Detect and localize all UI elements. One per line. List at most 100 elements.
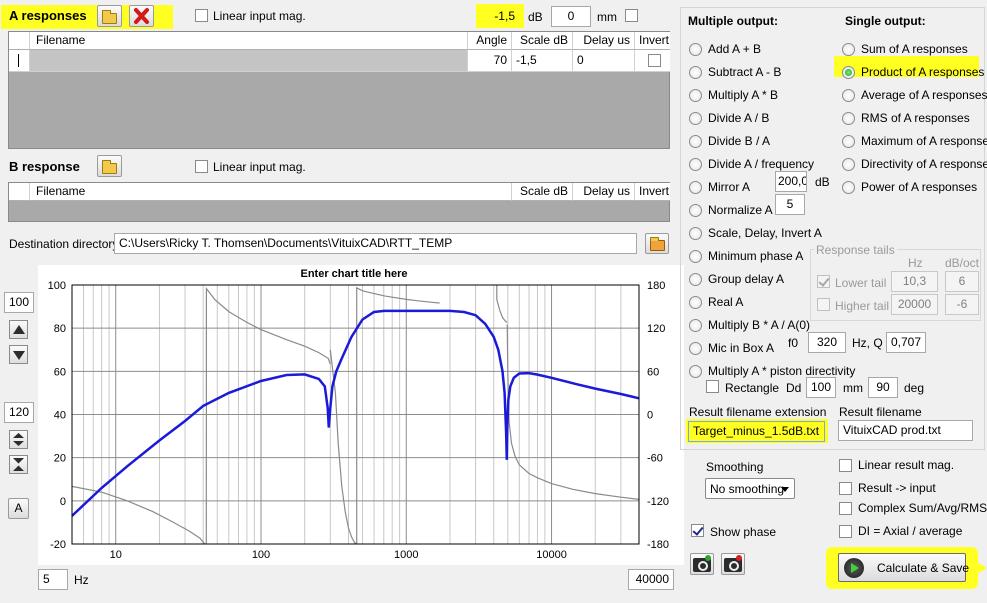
a-col-scale[interactable]: Scale dB — [512, 32, 573, 50]
calculate-save-button[interactable]: Calculate & Save — [838, 553, 970, 582]
b-col-invert[interactable]: Invert — [635, 183, 670, 201]
a-row-selector[interactable] — [9, 50, 30, 72]
destination-path-field[interactable]: C:\Users\Ricky T. Thomsen\Documents\Vitu… — [114, 233, 637, 254]
single-output-radio-4[interactable] — [842, 135, 855, 148]
multiple-output-radio-14[interactable] — [689, 365, 702, 378]
offset-mm-field[interactable]: 0 — [551, 6, 591, 27]
multiple-output-radio-1[interactable] — [689, 66, 702, 79]
result-option-checkbox-1[interactable] — [839, 482, 852, 495]
a-col-filename[interactable]: Filename — [30, 32, 468, 50]
normalize-value-field[interactable]: 5 — [775, 194, 805, 215]
result-option-checkbox-3[interactable] — [839, 525, 852, 538]
rectangle-deg-field[interactable]: 90 — [868, 377, 898, 398]
delete-x-icon — [134, 8, 149, 24]
x-tick-label: 100 — [252, 549, 270, 561]
y-tick-label: 60 — [54, 366, 66, 378]
multiple-output-radio-11[interactable] — [689, 296, 702, 309]
a-col-angle[interactable]: Angle — [468, 32, 512, 50]
chart-compress-button[interactable] — [9, 455, 28, 474]
multiple-output-radio-9[interactable] — [689, 250, 702, 263]
chart-scale-up-button[interactable] — [9, 320, 28, 339]
chart-x-ticks: 10 100 1000 10000 — [110, 549, 567, 561]
b-col-filename[interactable]: Filename — [30, 183, 512, 201]
offset-checkbox[interactable] — [625, 9, 638, 22]
multiple-output-radio-5[interactable] — [689, 158, 702, 171]
a-delete-button[interactable] — [129, 5, 154, 27]
show-phase-checkbox[interactable] — [691, 524, 704, 537]
chart-x-max-field[interactable]: 40000 — [628, 569, 674, 590]
a-row-delay[interactable]: 0 — [573, 50, 635, 72]
multiple-output-heading: Multiple output: — [688, 14, 778, 28]
destination-browse-button[interactable] — [645, 233, 669, 254]
a-responses-grid[interactable]: Filename Angle Scale dB Delay us Invert … — [8, 31, 670, 149]
offset-db-field[interactable]: -1,5 — [482, 6, 520, 27]
multiple-output-radio-13[interactable] — [689, 342, 702, 355]
a-linear-input-checkbox[interactable] — [195, 9, 208, 22]
b-open-folder-button[interactable] — [97, 155, 122, 177]
multiple-output-radio-6[interactable] — [689, 181, 702, 194]
single-output-radio-1[interactable] — [842, 66, 855, 79]
single-output-radio-3[interactable] — [842, 112, 855, 125]
mic-q-field[interactable]: 0,707 — [886, 332, 926, 353]
single-output-radio-6[interactable] — [842, 181, 855, 194]
b-col-delay[interactable]: Delay us — [573, 183, 635, 201]
chart-top-value-field[interactable]: 100 — [4, 292, 34, 313]
result-option-checkbox-2[interactable] — [839, 502, 852, 515]
multiple-output-radio-10[interactable] — [689, 273, 702, 286]
lower-tail-db-field[interactable]: 6 — [945, 271, 979, 292]
multiple-output-label-3: Divide A / B — [708, 111, 770, 125]
rectangle-checkbox[interactable] — [706, 380, 719, 393]
multiple-output-radio-2[interactable] — [689, 89, 702, 102]
rectangle-mm-label: mm — [843, 381, 863, 395]
multiple-output-radio-12[interactable] — [689, 319, 702, 332]
chart-x-min-field[interactable]: 5 — [38, 569, 68, 590]
result-name-field[interactable]: VituixCAD prod.txt — [838, 420, 973, 441]
copy-chart-button[interactable] — [690, 553, 714, 575]
chart-scale-down-button[interactable] — [9, 345, 28, 364]
lower-tail-hz-field[interactable]: 10,3 — [891, 271, 938, 292]
b-linear-input-checkbox[interactable] — [195, 160, 208, 173]
b-col-scale[interactable]: Scale dB — [512, 183, 573, 201]
higher-tail-hz-field[interactable]: 20000 — [891, 294, 938, 315]
higher-tail-checkbox[interactable] — [817, 298, 830, 311]
a-row-filename[interactable] — [30, 50, 468, 72]
result-option-checkbox-0[interactable] — [839, 459, 852, 472]
multiple-output-radio-7[interactable] — [689, 204, 702, 217]
multiple-output-radio-8[interactable] — [689, 227, 702, 240]
a-col-invert[interactable]: Invert — [635, 32, 670, 50]
smoothing-select[interactable]: No smoothing — [705, 478, 795, 499]
mic-f0-field[interactable]: 320 — [808, 332, 846, 353]
response-chart[interactable]: Enter chart title here -20020406080100 -… — [38, 265, 684, 565]
multiple-output-label-7: Normalize A — [708, 203, 773, 217]
multiple-output-label-14: Multiply A * piston directivity — [708, 364, 856, 378]
lower-tail-checkbox[interactable] — [817, 275, 830, 288]
multiple-output-radio-3[interactable] — [689, 112, 702, 125]
b-response-grid[interactable]: Filename Scale dB Delay us Invert — [8, 182, 670, 222]
show-phase-label: Show phase — [710, 525, 777, 539]
chart-mid-value-field[interactable]: 120 — [4, 402, 34, 423]
multiple-output-label-13: Mic in Box A — [708, 341, 775, 355]
single-output-radio-0[interactable] — [842, 43, 855, 56]
calculate-highlight-tail — [970, 558, 987, 578]
red-badge — [736, 555, 742, 561]
a-row-angle[interactable]: 70 — [468, 50, 512, 72]
play-triangle-icon — [851, 563, 859, 573]
y2-tick-label: -60 — [647, 453, 663, 465]
save-chart-button[interactable] — [721, 553, 745, 575]
single-output-radio-2[interactable] — [842, 89, 855, 102]
rectangle-dd-field[interactable]: 100 — [806, 377, 836, 398]
multiple-output-radio-0[interactable] — [689, 43, 702, 56]
mirror-value-field[interactable]: 200,0 — [775, 171, 807, 192]
a-row-invert-checkbox[interactable] — [648, 54, 661, 67]
single-output-radio-5[interactable] — [842, 158, 855, 171]
a-row-scale[interactable]: -1,5 — [512, 50, 573, 72]
a-col-delay[interactable]: Delay us — [573, 32, 635, 50]
a-open-folder-button[interactable] — [97, 5, 122, 27]
higher-tail-db-field[interactable]: -6 — [945, 294, 979, 315]
chart-auto-button[interactable]: A — [8, 498, 29, 519]
chart-expand-button[interactable] — [9, 430, 28, 449]
calculate-save-label: Calculate & Save — [877, 561, 970, 575]
result-ext-field[interactable]: Target_minus_1.5dB.txt — [688, 421, 825, 442]
a-row-invert[interactable] — [635, 50, 670, 72]
multiple-output-radio-4[interactable] — [689, 135, 702, 148]
